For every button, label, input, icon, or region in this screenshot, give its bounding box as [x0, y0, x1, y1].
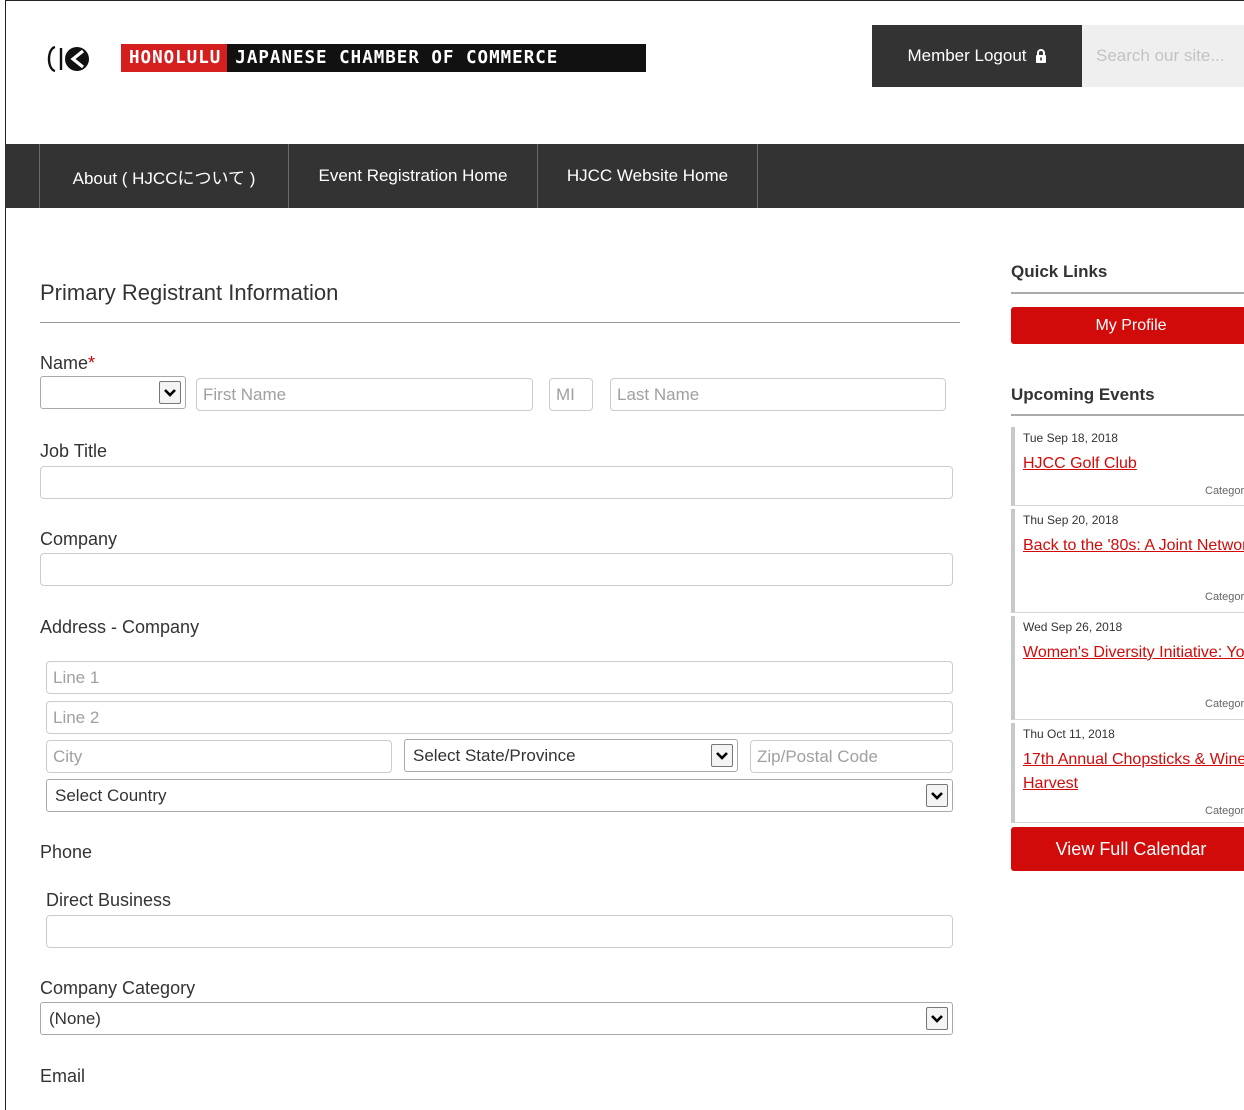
address-label: Address - Company	[40, 617, 200, 637]
section-title: Primary Registrant Information	[40, 280, 339, 305]
state-select[interactable]: Select State/Province	[404, 739, 738, 772]
direct-business-phone-input[interactable]	[46, 915, 953, 948]
phone-label: Phone	[40, 842, 93, 862]
quick-links-divider	[1011, 292, 1244, 294]
section-divider	[40, 322, 960, 323]
email-label: Email	[40, 1066, 86, 1086]
nav-item-hjcc-website-home[interactable]: HJCC Website Home	[538, 144, 758, 208]
company-input[interactable]	[40, 553, 953, 586]
member-logout-button[interactable]: Member Logout	[872, 25, 1082, 87]
upcoming-events-heading: Upcoming Events	[1011, 385, 1155, 404]
name-label: Name*	[40, 353, 95, 374]
job-title-input[interactable]	[40, 466, 953, 499]
upcoming-events-divider	[1011, 414, 1244, 416]
state-value: Select State/Province	[413, 745, 576, 765]
event-date: Wed Sep 26, 2018	[1023, 620, 1123, 634]
salutation-select[interactable]	[40, 376, 186, 409]
job-title-label: Job Title	[40, 441, 108, 461]
company-category-value: (None)	[49, 1008, 101, 1028]
event-category: Category	[1205, 805, 1244, 817]
event-item: Tue Sep 18, 2018 HJCC Golf Club Category	[1011, 427, 1244, 506]
quick-links-heading: Quick Links	[1011, 262, 1108, 281]
member-logout-label: Member Logout	[907, 46, 1027, 65]
company-category-select[interactable]: (None)	[40, 1002, 953, 1035]
chevron-down-icon	[159, 381, 181, 404]
last-name-input[interactable]	[610, 378, 946, 411]
name-label-text: Name	[40, 353, 89, 373]
event-date: Tue Sep 18, 2018	[1023, 431, 1118, 445]
event-link[interactable]: Back to the '80s: A Joint Networking Eve…	[1023, 534, 1244, 558]
chevron-down-icon	[926, 1007, 948, 1030]
event-link[interactable]: 17th Annual Chopsticks & Wine: October H…	[1023, 748, 1244, 796]
first-name-input[interactable]	[196, 378, 533, 411]
lock-icon	[1035, 49, 1046, 63]
zip-input[interactable]	[750, 740, 953, 773]
brand-name: JAPANESE CHAMBER OF COMMERCE	[235, 48, 559, 68]
company-category-label: Company Category	[40, 978, 196, 998]
event-item: Wed Sep 26, 2018 Women's Diversity Initi…	[1011, 616, 1244, 720]
required-mark: *	[88, 353, 96, 373]
middle-initial-input[interactable]	[549, 378, 593, 411]
event-date: Thu Oct 11, 2018	[1023, 727, 1115, 741]
event-item: Thu Oct 11, 2018 17th Annual Chopsticks …	[1011, 723, 1244, 823]
country-select[interactable]: Select Country	[46, 779, 953, 812]
view-full-calendar-button[interactable]: View Full Calendar	[1011, 827, 1244, 871]
nav-item-about[interactable]: About ( HJCCについて )	[40, 144, 289, 208]
chevron-down-icon	[711, 744, 733, 767]
city-input[interactable]	[46, 740, 392, 773]
event-link[interactable]: Women's Diversity Initiative: Yoga Class	[1023, 641, 1244, 665]
event-date: Thu Sep 20, 2018	[1023, 513, 1119, 527]
direct-business-label: Direct Business	[46, 890, 172, 910]
my-profile-button[interactable]: My Profile	[1011, 307, 1244, 344]
company-label: Company	[40, 529, 118, 549]
event-link[interactable]: HJCC Golf Club	[1023, 452, 1244, 476]
event-category: Category	[1205, 485, 1244, 497]
address-line1-input[interactable]	[46, 661, 953, 694]
brand-wordmark[interactable]: HONOLULU JAPANESE CHAMBER OF COMMERCE	[121, 44, 646, 72]
event-category: Category	[1205, 698, 1244, 710]
search-input[interactable]	[1082, 25, 1244, 87]
country-value: Select Country	[55, 785, 167, 805]
hjcc-logo-icon[interactable]	[44, 45, 104, 73]
event-item: Thu Sep 20, 2018 Back to the '80s: A Joi…	[1011, 509, 1244, 613]
address-line2-input[interactable]	[46, 701, 953, 734]
brand-highlight: HONOLULU	[121, 44, 228, 72]
nav-item-event-registration-home[interactable]: Event Registration Home	[289, 144, 538, 208]
main-nav: About ( HJCCについて ) Event Registration Ho…	[5, 144, 1244, 208]
nav-spacer	[5, 144, 40, 208]
event-category: Category	[1205, 591, 1244, 603]
chevron-down-icon	[926, 784, 948, 807]
